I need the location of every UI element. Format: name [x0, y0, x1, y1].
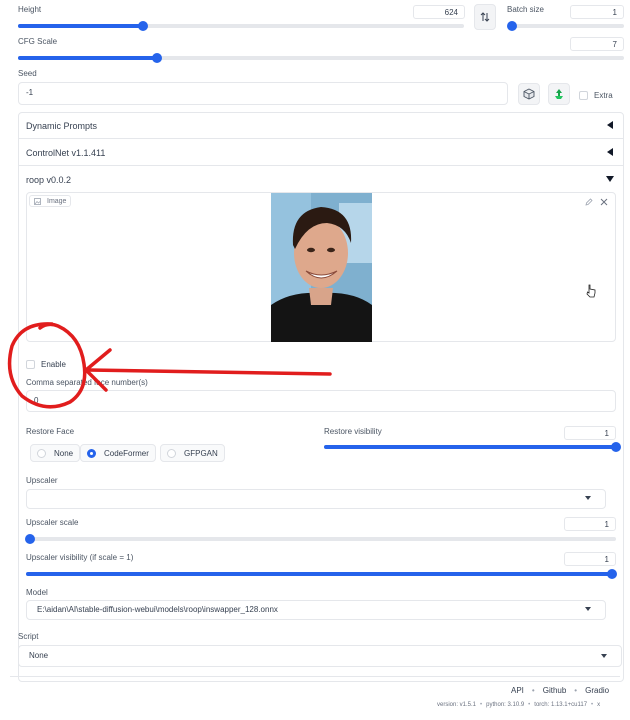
seed-extra-toggle[interactable]: Extra	[579, 91, 613, 100]
batch-size-slider[interactable]	[507, 21, 624, 31]
accordion-controlnet[interactable]: ControlNet v1.1.411	[18, 140, 624, 166]
upscaler-select[interactable]	[26, 489, 606, 509]
height-label: Height	[18, 5, 42, 14]
image-icon	[34, 197, 41, 205]
cfg-scale-slider[interactable]	[18, 53, 624, 63]
roop-image-tag-label: Image	[47, 197, 67, 205]
clear-image-button[interactable]	[600, 198, 608, 208]
collapse-left-icon	[607, 121, 613, 129]
accordion-roop-label: roop v0.0.2	[26, 175, 72, 185]
height-value-input[interactable]: 624	[413, 5, 465, 19]
footer-link-github[interactable]: Github	[543, 686, 567, 695]
cfg-scale-label: CFG Scale	[18, 37, 58, 46]
restore-visibility-value-input[interactable]: 1	[564, 426, 616, 440]
restore-face-option-gfpgan[interactable]: GFPGAN	[160, 444, 225, 462]
dice-icon	[523, 88, 535, 100]
radio-gfpgan[interactable]	[167, 448, 176, 458]
seed-input[interactable]: -1	[18, 82, 508, 105]
seed-extra-label: Extra	[594, 91, 613, 100]
footer-link-gradio[interactable]: Gradio	[585, 686, 609, 695]
chevron-down-icon	[585, 496, 591, 500]
chevron-down-icon	[585, 607, 591, 611]
restore-visibility-slider-thumb[interactable]	[611, 442, 621, 452]
mouse-cursor-icon	[586, 284, 596, 298]
expand-down-icon	[606, 176, 614, 182]
separator: •	[574, 686, 578, 695]
script-select[interactable]: None	[18, 645, 622, 667]
pencil-icon	[585, 198, 593, 206]
separator: •	[591, 702, 594, 708]
separator: •	[528, 702, 531, 708]
upscaler-visibility-value-input[interactable]: 1	[564, 552, 616, 566]
footer-link-api[interactable]: API	[511, 686, 524, 695]
reuse-seed-button[interactable]	[548, 83, 570, 105]
truncated-version-text: x	[597, 702, 601, 708]
accordion-dynamic-prompts-label: Dynamic Prompts	[26, 120, 98, 131]
radio-codeformer[interactable]	[87, 448, 96, 458]
model-label: Model	[26, 588, 48, 597]
upscaler-visibility-slider[interactable]	[26, 569, 617, 579]
separator: •	[531, 686, 535, 695]
batch-size-slider-thumb[interactable]	[507, 21, 517, 31]
footer-links: API • Github • Gradio	[511, 686, 609, 695]
cfg-scale-slider-thumb[interactable]	[152, 53, 163, 63]
swap-dimensions-button[interactable]	[474, 4, 496, 30]
accordion-controlnet-label: ControlNet v1.1.411	[26, 147, 106, 158]
recycle-icon	[555, 89, 563, 99]
restore-face-option-label: CodeFormer	[104, 448, 149, 458]
random-seed-button[interactable]	[518, 83, 540, 105]
swap-arrows-icon	[480, 12, 490, 22]
cfg-scale-value-input[interactable]: 7	[570, 37, 624, 51]
cfg-scale-slider-fill	[18, 56, 158, 60]
upscaler-scale-label: Upscaler scale	[26, 518, 79, 527]
restore-face-option-label: GFPGAN	[184, 448, 218, 458]
upscaler-scale-slider-thumb[interactable]	[25, 534, 35, 544]
upscaler-visibility-slider-thumb[interactable]	[607, 569, 617, 579]
upscaler-visibility-label: Upscaler visibility (if scale = 1)	[26, 553, 134, 562]
footer-divider	[10, 676, 620, 677]
batch-size-label: Batch size	[507, 5, 544, 14]
restore-face-option-none[interactable]: None	[30, 444, 81, 462]
batch-size-value-input[interactable]: 1	[570, 5, 624, 19]
collapse-left-icon	[607, 148, 613, 156]
separator: •	[480, 702, 483, 708]
restore-visibility-slider[interactable]	[324, 442, 621, 452]
restore-face-option-label: None	[54, 448, 74, 458]
upscaler-scale-value-input[interactable]: 1	[564, 517, 616, 531]
accordion-roop[interactable]: roop v0.0.2	[18, 167, 624, 193]
red-annotation-arrow	[7, 322, 332, 409]
height-slider-fill	[18, 24, 143, 28]
script-select-value: None	[29, 651, 49, 660]
upscaler-visibility-slider-fill	[26, 572, 612, 576]
model-select[interactable]: E:\aidan\AI\stable-diffusion-webui\model…	[26, 600, 606, 620]
restore-face-label: Restore Face	[26, 427, 75, 436]
height-slider[interactable]	[18, 21, 464, 31]
roop-image-tag: Image	[29, 195, 72, 207]
accordion-dynamic-prompts[interactable]: Dynamic Prompts	[18, 113, 624, 139]
version-text: version: v1.5.1	[437, 702, 477, 708]
close-icon	[600, 198, 608, 206]
footer-versions: version: v1.5.1 • python: 3.10.9 • torch: 1.…	[437, 702, 600, 708]
restore-face-option-codeformer[interactable]: CodeFormer	[80, 444, 156, 462]
height-slider-thumb[interactable]	[137, 21, 148, 31]
radio-none[interactable]	[37, 448, 46, 458]
edit-image-button[interactable]	[585, 198, 593, 208]
restore-visibility-label: Restore visibility	[324, 427, 382, 436]
python-version-text: python: 3.10.9	[486, 702, 525, 708]
seed-label: Seed	[18, 69, 37, 78]
seed-extra-checkbox[interactable]	[579, 91, 588, 100]
upscaler-label: Upscaler	[26, 476, 58, 485]
torch-version-text: torch: 1.13.1+cu117	[534, 702, 588, 708]
model-select-value: E:\aidan\AI\stable-diffusion-webui\model…	[37, 605, 278, 614]
restore-visibility-slider-fill	[324, 445, 616, 449]
chevron-down-icon	[601, 654, 607, 658]
script-label: Script	[18, 632, 39, 641]
upscaler-scale-slider[interactable]	[25, 534, 616, 544]
